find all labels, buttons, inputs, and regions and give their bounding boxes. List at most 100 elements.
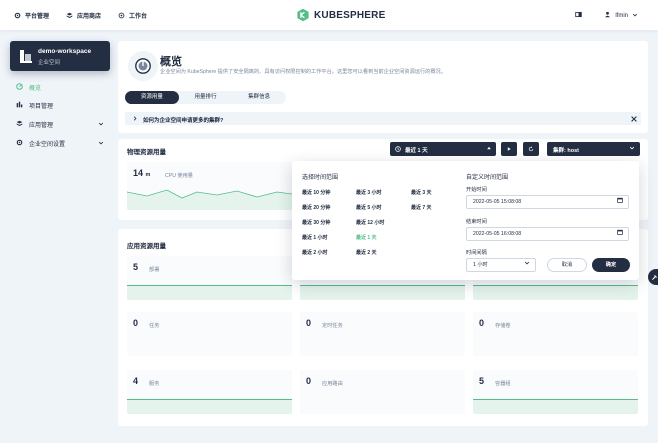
nav-appstore[interactable]: 应用商店 (66, 11, 101, 20)
metric-area (300, 285, 465, 300)
app-metric-deployments[interactable]: 5 部署 (127, 256, 292, 300)
range-option[interactable]: 最近 2 小时 (302, 249, 328, 256)
chevron-down-icon (632, 12, 638, 20)
cpu-sparkline (127, 189, 292, 210)
tab-resource-usage[interactable]: 资源用量 (125, 91, 179, 104)
sidebar-item-label: 应用管理 (29, 123, 54, 129)
interval-select[interactable]: 1 小时 (466, 258, 536, 272)
app-metric-services[interactable]: 4 服务 (127, 370, 292, 414)
metric-value: 0 (306, 376, 312, 386)
page-title: 概览 (160, 56, 182, 68)
range-option[interactable]: 最近 12 小时 (356, 219, 384, 226)
range-option[interactable]: 最近 30 分钟 (302, 219, 330, 226)
hammer-icon (651, 274, 657, 280)
calendar-icon (617, 228, 623, 240)
cluster-select[interactable]: 集群: host (547, 142, 640, 156)
gear-icon (14, 12, 21, 19)
refresh-button[interactable] (523, 142, 539, 156)
metric-value: 5 (133, 262, 139, 272)
sidebar-item-projects[interactable]: 项目管理 (16, 101, 104, 110)
range-option[interactable]: 最近 10 分钟 (302, 189, 330, 196)
range-option[interactable]: 最近 7 天 (411, 204, 432, 211)
confirm-button[interactable]: 确定 (592, 258, 630, 272)
app-metric-pods[interactable]: 5 容器组 (473, 370, 638, 414)
play-button[interactable] (501, 142, 517, 156)
top-navbar: 平台管理 应用商店 工作台 KUBESPHERE lfmin (0, 0, 658, 30)
app-metric-jobs[interactable]: 0 任务 (127, 312, 292, 356)
nav-platform-label: 平台管理 (25, 14, 50, 20)
tab-cluster-info[interactable]: 集群信息 (232, 91, 286, 104)
custom-range-title: 自定义时间范围 (466, 175, 509, 181)
user-icon (604, 11, 611, 20)
dashboard-icon (16, 83, 23, 92)
range-option[interactable]: 最近 3 天 (411, 189, 432, 196)
range-option[interactable]: 最近 2 天 (356, 249, 377, 256)
close-icon[interactable] (630, 113, 638, 125)
metric-label: 存储卷 (495, 323, 511, 329)
interval-label: 时间间隔 (466, 250, 487, 256)
section-title: 物理资源用量 (127, 149, 166, 156)
calendar-icon (617, 196, 623, 208)
metric-area (127, 285, 292, 300)
nav-platform[interactable]: 平台管理 (14, 11, 49, 20)
sidebar-item-settings[interactable]: 企业空间设置 (16, 139, 104, 148)
app-metric-cronjobs[interactable]: 0 定时任务 (300, 312, 465, 356)
workspace-card[interactable]: demo-workspace 企业空间 (10, 41, 110, 71)
range-option[interactable]: 最近 1 小时 (302, 234, 328, 241)
range-option[interactable]: 最近 5 小时 (356, 204, 382, 211)
sidebar-item-apps[interactable]: 应用管理 (16, 120, 104, 129)
chevron-right-icon (132, 115, 138, 124)
sidebar-item-label: 项目管理 (29, 104, 54, 110)
cancel-button[interactable]: 取消 (547, 258, 587, 272)
metric-value: 4 (133, 376, 139, 386)
section-title: 应用资源用量 (127, 243, 166, 250)
metric-label: 定时任务 (322, 323, 343, 329)
metric-label: 应用路由 (322, 381, 343, 387)
caret-up-icon (486, 145, 492, 153)
tab-usage-ranking[interactable]: 用量排行 (179, 91, 233, 104)
workspace-icon (19, 48, 33, 66)
kubesphere-logo-icon (297, 8, 309, 22)
gear-icon (16, 139, 23, 148)
metric-area (473, 285, 638, 300)
chevron-down-icon (98, 121, 104, 129)
cpu-value: 14 m (133, 168, 150, 178)
toolbox-button[interactable] (648, 269, 658, 285)
end-time-label: 结束时间 (466, 219, 487, 225)
time-range-value: 最近 1 天 (405, 148, 428, 154)
tab-bar: 资源用量 用量排行 集群信息 (125, 91, 286, 104)
end-time-input[interactable]: 2022-05-05 16:08:08 (466, 227, 629, 241)
clock-icon (395, 145, 401, 154)
range-option[interactable]: 最近 20 分钟 (302, 204, 330, 211)
app-metric-volumes[interactable]: 0 存储卷 (473, 312, 638, 356)
metric-label: 任务 (149, 323, 160, 329)
select-range-title: 选择时间范围 (302, 175, 339, 181)
faq-row[interactable]: 如何为企业空间申请更多的集群? (125, 112, 641, 125)
range-option-selected[interactable]: 最近 1 天 (356, 234, 377, 241)
range-option[interactable]: 最近 3 小时 (356, 189, 382, 196)
workbench-icon (118, 12, 125, 19)
sidebar-item-overview[interactable]: 概览 (16, 83, 104, 92)
time-range-select[interactable]: 最近 1 天 (390, 142, 496, 156)
app-metric-ingress[interactable]: 0 应用路由 (300, 370, 465, 414)
start-time-label: 开始时间 (466, 187, 487, 193)
metric-value: 5 (479, 376, 485, 386)
chevron-down-icon (629, 145, 635, 153)
kubesphere-logo[interactable]: KUBESPHERE (296, 8, 385, 22)
nav-workbench[interactable]: 工作台 (118, 11, 147, 20)
chevron-down-icon (98, 140, 104, 148)
user-menu[interactable]: lfmin (575, 11, 638, 20)
notification-icon[interactable] (575, 11, 583, 20)
workspace-name: demo-workspace (38, 48, 92, 55)
faq-question: 如何为企业空间申请更多的集群? (143, 117, 224, 124)
start-time-input[interactable]: 2022-05-05 15:08:08 (466, 195, 629, 209)
metric-label: 服务 (149, 381, 160, 387)
metric-value: 0 (479, 318, 485, 328)
dashboard-icon (128, 51, 158, 81)
cpu-number: 14 (133, 168, 144, 178)
logo-text: KUBESPHERE (314, 9, 386, 21)
cluster-select-value: 集群: host (553, 148, 579, 154)
end-time-value: 2022-05-05 16:08:08 (473, 231, 522, 237)
cpu-usage-metric: 14 m CPU 使用量 (127, 162, 292, 210)
cube-icon (66, 12, 73, 19)
